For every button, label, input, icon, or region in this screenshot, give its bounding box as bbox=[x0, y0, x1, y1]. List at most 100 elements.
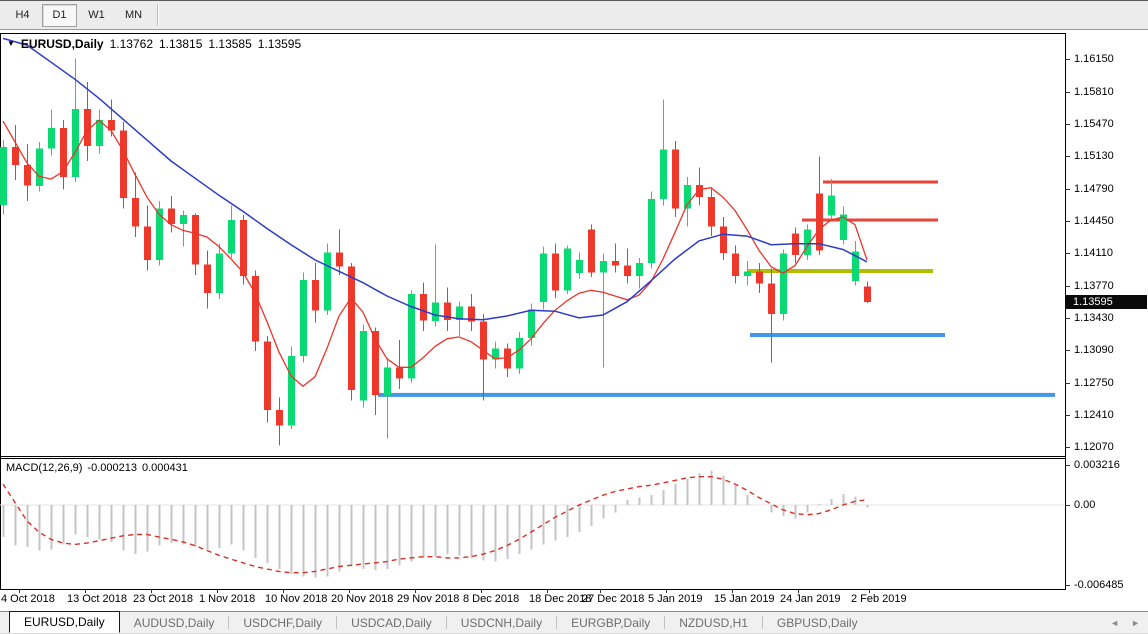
candle-body-down bbox=[396, 367, 403, 378]
horizontal-level-line[interactable] bbox=[378, 393, 1055, 397]
candle-body-down bbox=[264, 342, 271, 410]
macd-axis-label: -0.006485 bbox=[1074, 579, 1124, 591]
price-axis-tick bbox=[1065, 350, 1070, 351]
current-price-badge: 1.13595 bbox=[1066, 295, 1147, 309]
time-axis-label: 5 Jan 2019 bbox=[648, 593, 702, 605]
candle-body-up bbox=[216, 253, 223, 293]
candle-body-down bbox=[120, 131, 127, 199]
time-axis-label: 23 Oct 2018 bbox=[133, 593, 193, 605]
timeframe-toolbar: H4D1W1MN bbox=[0, 0, 1148, 30]
candle-body-down bbox=[816, 193, 823, 250]
price-axis-tick bbox=[1065, 383, 1070, 384]
toolbar-separator bbox=[157, 4, 159, 26]
chevron-down-icon[interactable]: ▼ bbox=[7, 39, 15, 48]
candle-body-down bbox=[252, 276, 259, 342]
tabs-holder: EURUSD,DailyAUDUSD,DailyUSDCHF,DailyUSDC… bbox=[0, 612, 872, 633]
candle-body-down bbox=[732, 253, 739, 276]
price-axis-tick bbox=[1065, 415, 1070, 416]
candle-body-up bbox=[516, 338, 523, 368]
price-axis-tick bbox=[1065, 189, 1070, 190]
chart-low-value: 1.13585 bbox=[208, 37, 251, 51]
candle-body-down bbox=[480, 322, 487, 360]
price-axis-label: 1.15810 bbox=[1074, 86, 1114, 98]
macd-axis-tick bbox=[1065, 585, 1070, 586]
price-axis-label: 1.13090 bbox=[1074, 344, 1114, 356]
candle-body-up bbox=[48, 128, 55, 149]
candle-body-down bbox=[336, 252, 343, 266]
candle-body-up bbox=[744, 271, 751, 276]
candle-body-down bbox=[12, 147, 19, 165]
horizontal-level-line[interactable] bbox=[823, 181, 938, 184]
price-axis-label: 1.13770 bbox=[1074, 280, 1114, 292]
macd-signal-value: 0.000431 bbox=[142, 462, 188, 474]
candle-body-down bbox=[204, 265, 211, 294]
candle-body-up bbox=[0, 147, 7, 205]
candle-body-up bbox=[780, 253, 787, 314]
candle-body-up bbox=[576, 260, 583, 273]
tab-nzdusd[interactable]: NZDUSD,H1 bbox=[665, 612, 762, 633]
time-axis-label: 29 Nov 2018 bbox=[397, 593, 459, 605]
tab-audusd[interactable]: AUDUSD,Daily bbox=[120, 612, 229, 633]
time-axis-label: 4 Oct 2018 bbox=[1, 593, 55, 605]
price-axis-label: 1.14110 bbox=[1074, 247, 1113, 259]
time-axis-label: 2 Feb 2019 bbox=[851, 593, 907, 605]
price-chart-canvas[interactable] bbox=[0, 33, 1065, 456]
tab-scroll-right-icon[interactable]: ► bbox=[1131, 616, 1140, 630]
time-axis-label: 27 Dec 2018 bbox=[582, 593, 644, 605]
price-axis-label: 1.16150 bbox=[1074, 53, 1114, 65]
tab-usdchf[interactable]: USDCHF,Daily bbox=[229, 612, 336, 633]
candle-body-up bbox=[600, 261, 607, 272]
price-axis-label: 1.12070 bbox=[1074, 441, 1114, 453]
price-axis-label: 1.14450 bbox=[1074, 215, 1114, 227]
price-axis-tick bbox=[1065, 59, 1070, 60]
candle-body-up bbox=[564, 249, 571, 291]
candle-body-up bbox=[324, 252, 331, 310]
timeframe-button-h4[interactable]: H4 bbox=[5, 4, 40, 27]
time-axis-label: 24 Jan 2019 bbox=[780, 593, 841, 605]
candle-body-down bbox=[612, 261, 619, 266]
price-axis-tick bbox=[1065, 221, 1070, 222]
time-axis-label: 1 Nov 2018 bbox=[199, 593, 255, 605]
macd-indicator-canvas[interactable] bbox=[0, 459, 1065, 589]
horizontal-level-line[interactable] bbox=[750, 333, 945, 337]
candle-body-down bbox=[756, 271, 763, 283]
tab-usdcnh[interactable]: USDCNH,Daily bbox=[447, 612, 556, 633]
timeframe-button-mn[interactable]: MN bbox=[116, 4, 151, 27]
trading-app-window: H4D1W1MN ▼ EURUSD,Daily 1.13762 1.13815 … bbox=[0, 0, 1148, 634]
candle-body-down bbox=[420, 294, 427, 321]
price-axis-label: 1.14790 bbox=[1074, 183, 1114, 195]
tab-usdcad[interactable]: USDCAD,Daily bbox=[337, 612, 446, 633]
candle-body-up bbox=[636, 263, 643, 276]
timeframe-button-w1[interactable]: W1 bbox=[79, 4, 114, 27]
price-axis-tick bbox=[1065, 318, 1070, 319]
tab-eurgbp[interactable]: EURGBP,Daily bbox=[557, 612, 664, 633]
chart-title: ▼ EURUSD,Daily 1.13762 1.13815 1.13585 1… bbox=[7, 37, 301, 51]
price-axis-label: 1.12750 bbox=[1074, 377, 1114, 389]
time-axis-label: 10 Nov 2018 bbox=[265, 593, 327, 605]
candle-body-up bbox=[540, 253, 547, 301]
timeframe-button-d1[interactable]: D1 bbox=[42, 4, 77, 27]
candle-body-down bbox=[552, 253, 559, 290]
candle-body-up bbox=[828, 195, 835, 215]
candle-body-down bbox=[864, 286, 871, 302]
price-axis-tick bbox=[1065, 124, 1070, 125]
candle-body-down bbox=[672, 150, 679, 209]
tab-gbpusd[interactable]: GBPUSD,Daily bbox=[763, 612, 872, 633]
tab-scroll-left-icon[interactable]: ◄ bbox=[1110, 616, 1119, 630]
candle-body-up bbox=[72, 109, 79, 177]
price-axis-label: 1.15470 bbox=[1074, 118, 1114, 130]
candle-body-down bbox=[708, 197, 715, 227]
candle-body-down bbox=[276, 410, 283, 425]
macd-axis-label: 0.00 bbox=[1074, 499, 1095, 511]
candle-body-down bbox=[720, 227, 727, 254]
price-axis-label: 1.12410 bbox=[1074, 409, 1114, 421]
candle-body-up bbox=[660, 150, 667, 199]
chart-open-value: 1.13762 bbox=[110, 37, 153, 51]
price-axis-tick bbox=[1065, 92, 1070, 93]
candle-body-down bbox=[168, 209, 175, 224]
time-axis-label: 8 Dec 2018 bbox=[463, 593, 519, 605]
symbol-tabbar: EURUSD,DailyAUDUSD,DailyUSDCHF,DailyUSDC… bbox=[0, 611, 1148, 634]
tab-eurusd[interactable]: EURUSD,Daily bbox=[9, 611, 120, 633]
time-axis: 4 Oct 201813 Oct 201823 Oct 20181 Nov 20… bbox=[0, 590, 1066, 612]
macd-name: MACD(12,26,9) bbox=[6, 462, 82, 474]
